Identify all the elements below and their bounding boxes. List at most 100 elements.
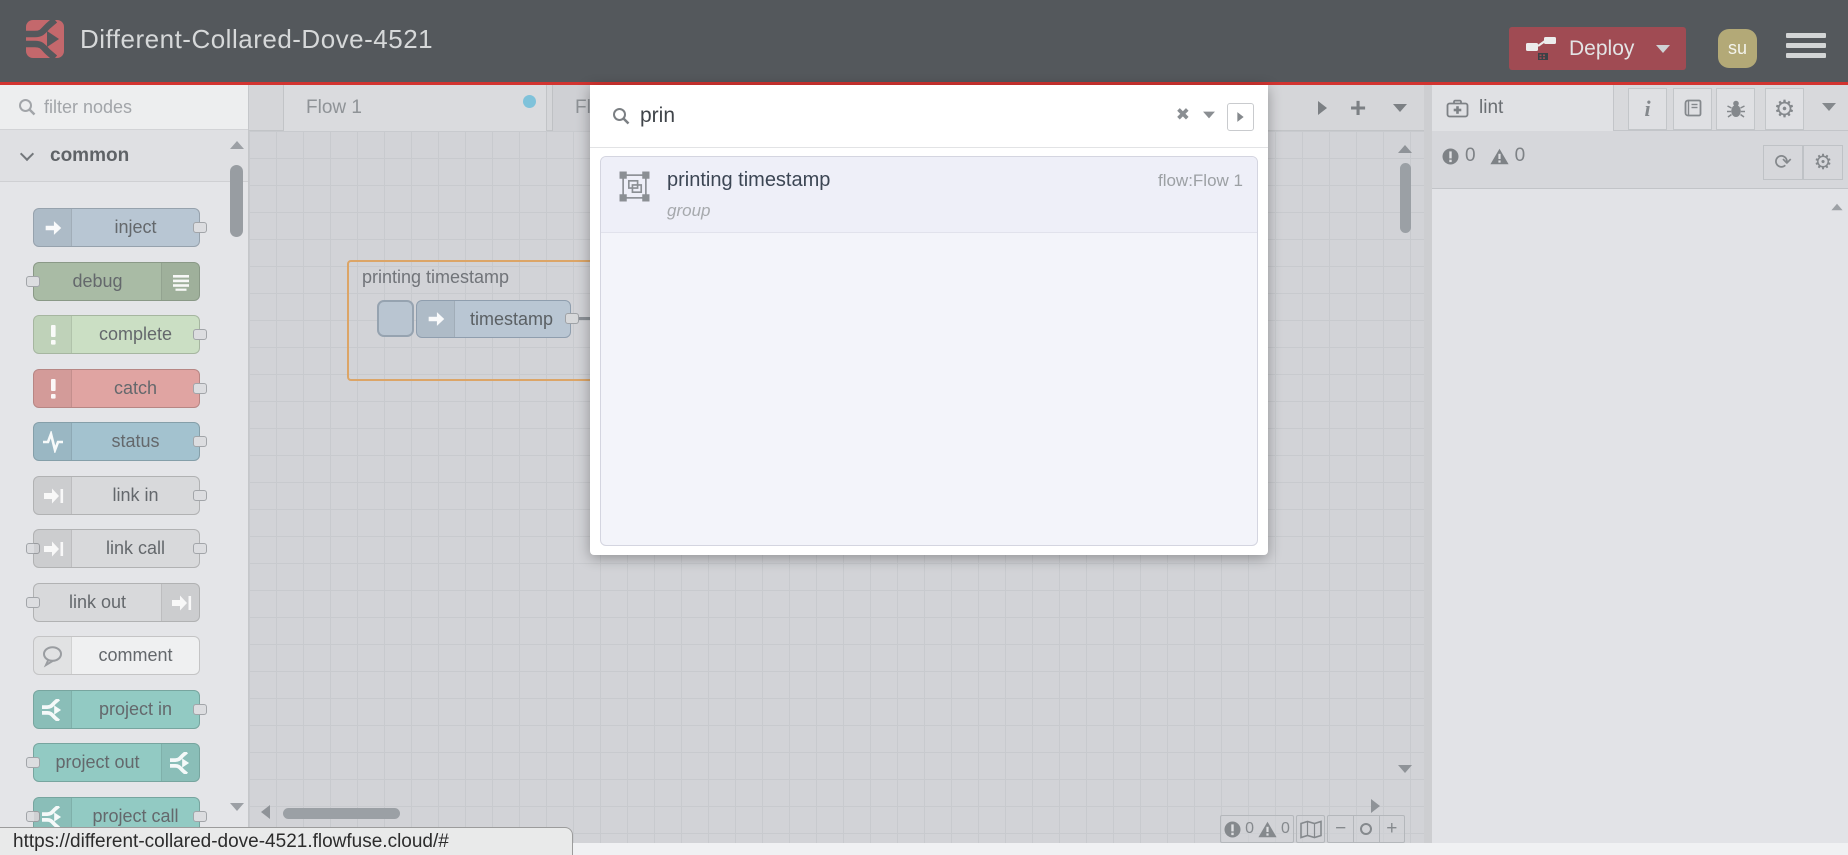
error-circle-icon [1442, 148, 1459, 165]
palette-category-label: common [50, 144, 130, 166]
warning-triangle-icon [1489, 148, 1509, 165]
canvas-scroll-up-icon[interactable] [1398, 145, 1412, 153]
tab-scroll-right-button[interactable] [1307, 85, 1337, 131]
chevron-down-icon [1393, 104, 1407, 112]
palette-category-common[interactable]: common [0, 130, 248, 182]
canvas-status-counts: 0 0 [1220, 815, 1294, 843]
project-icon [34, 691, 72, 728]
result-type: group [667, 201, 711, 220]
medkit-icon [1446, 99, 1469, 118]
flow-list-button[interactable] [1385, 85, 1415, 131]
sidebar-more-tabs-button[interactable] [1822, 103, 1836, 111]
palette-node-label: comment [98, 645, 173, 665]
palette-node-project-out[interactable]: project out [26, 743, 200, 782]
chevron-down-icon [19, 146, 35, 161]
avatar-initials: su [1727, 38, 1747, 58]
book-icon [1683, 99, 1703, 119]
palette-node-label: link out [68, 592, 127, 612]
header: Different-Collared-Dove-4521 Deploy su [0, 0, 1848, 85]
link-icon [34, 530, 72, 567]
pulse-icon [34, 423, 72, 460]
sidebar-tab-lint[interactable]: lint [1432, 85, 1614, 131]
deploy-button[interactable]: Deploy [1509, 27, 1686, 70]
canvas-scroll-right-icon[interactable] [1371, 799, 1380, 813]
palette-node-link-out[interactable]: link out [26, 583, 200, 622]
palette-scrollbar-thumb[interactable] [230, 165, 243, 237]
palette-node-label: inject [114, 217, 157, 237]
bug-icon [1726, 99, 1746, 119]
search-result-item[interactable]: printing timestamp flow:Flow 1 group [601, 157, 1257, 233]
palette-node-link-in[interactable]: link in [33, 476, 207, 515]
search-options-chevron-icon[interactable] [1203, 111, 1215, 119]
menu-bar-icon [1786, 53, 1826, 58]
search-next-button[interactable] [1227, 103, 1254, 131]
zoom-out-button[interactable]: − [1328, 816, 1353, 842]
arrow-right-icon [417, 301, 455, 337]
comment-icon [34, 637, 72, 674]
deploy-label: Deploy [1569, 36, 1635, 60]
sidebar-tab-bar: lint i ⚙ [1432, 85, 1848, 131]
node-output-port[interactable] [565, 313, 579, 324]
sidebar-info-button[interactable]: i [1628, 88, 1667, 130]
group-icon [619, 171, 650, 207]
search-input[interactable] [640, 104, 1110, 128]
palette-node-catch[interactable]: catch [33, 369, 207, 408]
link-icon [161, 584, 199, 621]
search-input-row: ✖ [590, 85, 1268, 148]
palette: common inject debug complete catch status lin… [0, 85, 249, 843]
menu-bar-icon [1786, 43, 1826, 48]
palette-node-comment[interactable]: comment [33, 636, 200, 675]
sidebar-config-button[interactable]: ⚙ [1765, 88, 1804, 130]
add-flow-button[interactable]: + [1341, 85, 1375, 131]
palette-node-inject[interactable]: inject [33, 208, 207, 247]
arrow-right-icon [34, 209, 72, 246]
link-icon [34, 477, 72, 514]
tri-right-icon [1317, 101, 1327, 115]
palette-node-complete[interactable]: complete [33, 315, 207, 354]
palette-scroll-up-icon[interactable] [230, 141, 244, 149]
deploy-icon [1526, 37, 1556, 60]
lint-refresh-button[interactable]: ⟳ [1763, 145, 1803, 180]
sidebar-resize-handle[interactable] [1424, 85, 1432, 843]
deploy-options-chevron-icon[interactable] [1656, 44, 1671, 53]
tab-flow-1[interactable]: Flow 1 [283, 85, 547, 131]
palette-filter[interactable] [0, 85, 248, 130]
palette-node-link-call[interactable]: link call [26, 529, 207, 568]
palette-node-project-in[interactable]: project in [33, 690, 207, 729]
exclaim-icon [34, 370, 72, 407]
inject-node[interactable]: timestamp [416, 300, 571, 338]
tri-right-icon [1237, 112, 1244, 122]
canvas-scroll-down-icon[interactable] [1398, 765, 1412, 773]
error-circle-icon [1224, 821, 1241, 838]
zoom-in-button[interactable]: + [1378, 816, 1404, 842]
refresh-icon: ⟳ [1774, 151, 1792, 174]
search-dialog: ✖ printing timestamp flow:Flow 1 group [590, 85, 1268, 555]
link-preview-url: https://different-collared-dove-4521.flo… [13, 831, 449, 852]
group-title: printing timestamp [362, 267, 510, 287]
palette-scroll-down-icon[interactable] [230, 803, 244, 811]
user-avatar[interactable]: su [1718, 29, 1757, 68]
palette-node-debug[interactable]: debug [26, 262, 200, 301]
sidebar-debug-button[interactable] [1716, 88, 1755, 130]
canvas-vscrollbar-thumb[interactable] [1400, 163, 1411, 233]
palette-node-status[interactable]: status [33, 422, 207, 461]
search-icon [612, 107, 630, 125]
map-icon [1299, 819, 1322, 839]
lint-scroll-up-icon[interactable] [1831, 203, 1843, 211]
inject-trigger-button[interactable] [377, 300, 414, 337]
zoom-controls: − + [1327, 815, 1405, 843]
lint-settings-button[interactable]: ⚙ [1803, 145, 1843, 180]
canvas-scroll-left-icon[interactable] [261, 805, 270, 819]
palette-filter-input[interactable] [44, 96, 224, 118]
canvas-hscrollbar-thumb[interactable] [283, 808, 400, 819]
lint-panel-header: 0 0 ⟳ ⚙ [1432, 131, 1848, 189]
canvas-warning-count: 0 [1281, 820, 1290, 837]
zoom-reset-button[interactable] [1353, 816, 1378, 842]
clear-search-icon[interactable]: ✖ [1176, 105, 1190, 125]
sidebar-help-button[interactable] [1673, 88, 1712, 130]
warning-triangle-icon [1258, 821, 1277, 838]
minimap-toggle-button[interactable] [1296, 815, 1325, 843]
main-menu-button[interactable] [1786, 33, 1826, 63]
exclaim-icon [34, 316, 72, 353]
palette-node-label: complete [98, 324, 173, 344]
